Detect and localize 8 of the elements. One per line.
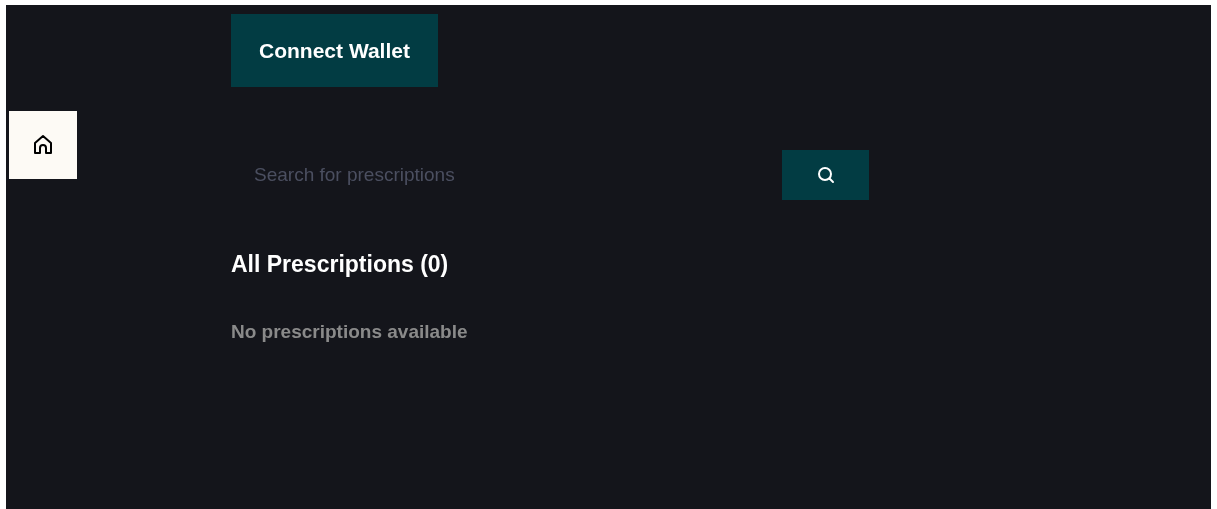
search-icon xyxy=(815,165,836,185)
empty-message: No prescriptions available xyxy=(231,321,469,343)
search-button[interactable] xyxy=(782,150,869,200)
section-title: All Prescriptions (0) xyxy=(231,251,450,278)
home-button[interactable] xyxy=(9,111,77,179)
home-icon xyxy=(31,133,55,157)
search-field[interactable]: Search for prescriptions xyxy=(231,150,782,200)
connect-wallet-button[interactable]: Connect Wallet xyxy=(231,14,438,87)
